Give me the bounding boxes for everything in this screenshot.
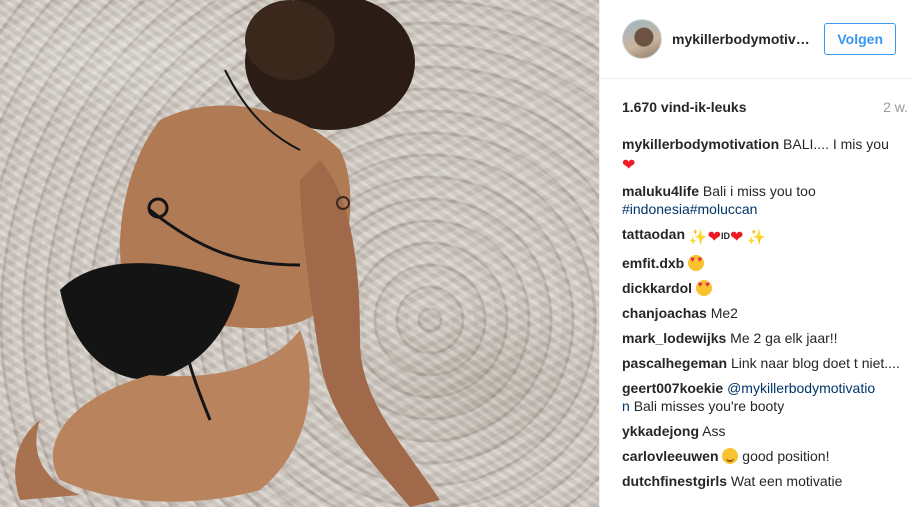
comment-user[interactable]: maluku4life [622,183,699,199]
comment-user[interactable]: carlovleeuwen [622,448,719,464]
post-sidebar: mykillerbodymotivat... Volgen 1.670 vind… [599,0,912,507]
comment-item: ykkadejong Ass [622,422,904,440]
comment-user[interactable]: dutchfinestgirls [622,473,727,489]
comment-item: dutchfinestgirls Wat een motivatie [622,472,904,490]
comment-user[interactable]: pascalhegeman [622,355,727,371]
sparkles-icon: ✨ [747,229,766,246]
comment-text: BALI.... I mis you [783,136,889,152]
hashtag-link[interactable]: #indonesia [622,201,690,217]
comment-item: dickkardol [622,279,904,297]
comment-user[interactable]: emfit.dxb [622,255,684,271]
comment-item: geert007koekie @mykillerbodymotivatio n … [622,379,904,415]
comment-text: Bali misses you're booty [633,398,785,414]
comment-list: mykillerbodymotivation BALI.... I mis yo… [600,135,912,497]
comment-user[interactable]: mark_lodewijks [622,330,726,346]
smiling-face-icon [722,448,739,464]
comment-item: mark_lodewijks Me 2 ga elk jaar!! [622,329,904,347]
comment-item: maluku4life Bali i miss you too #indones… [622,182,904,218]
post-meta: 1.670 vind-ik-leuks 2 w. [600,79,912,135]
comment-user[interactable]: dickkardol [622,280,692,296]
id-button-icon: ID [720,231,730,241]
heart-eyes-face-icon [688,255,705,271]
comment-user[interactable]: ykkadejong [622,423,699,439]
comment-text: Bali i miss you too [702,183,816,199]
avatar[interactable] [622,19,662,59]
comment-text: good position! [742,448,830,464]
comment-text: Wat een motivatie [730,473,843,489]
comment-text: Link naar blog doet t niet.... [730,355,900,371]
hashtag-link[interactable]: #moluccan [690,201,758,217]
comment-item: mykillerbodymotivation BALI.... I mis yo… [622,135,904,175]
comment-item: carlovleeuwen good position! [622,447,904,465]
post-view: mykillerbodymotivat... Volgen 1.670 vind… [0,0,912,507]
comment-user[interactable]: chanjoachas [622,305,707,321]
comment-user[interactable]: geert007koekie [622,380,723,396]
comment-item: chanjoachas Me2 [622,304,904,322]
mention-link-cont[interactable]: n [622,398,630,414]
beach-figure-image [15,0,440,507]
comment-item: emfit.dxb [622,254,904,272]
mention-link[interactable]: @mykillerbodymotivatio [727,380,875,396]
post-header: mykillerbodymotivat... Volgen [600,0,912,79]
comment-text: Me 2 ga elk jaar!! [730,330,838,346]
comment-item: tattaodan ✨❤ID❤ ✨ [622,225,904,247]
red-heart-icon: ❤ [729,229,744,246]
comment-text: Ass [702,423,726,439]
post-age[interactable]: 2 w. [883,99,908,115]
likes-count[interactable]: 1.670 vind-ik-leuks [622,99,747,115]
comment-user[interactable]: tattaodan [622,226,685,242]
heart-eyes-face-icon [695,280,712,296]
red-heart-icon: ❤ [707,229,721,246]
comment-user[interactable]: mykillerbodymotivation [622,136,779,152]
red-heart-icon: ❤ [622,157,636,174]
sparkles-icon: ✨ [688,229,708,246]
comment-item: pascalhegeman Link naar blog doet t niet… [622,354,904,372]
post-photo[interactable] [0,0,599,507]
comment-text: Me2 [710,305,738,321]
post-username[interactable]: mykillerbodymotivat... [672,31,812,47]
follow-button[interactable]: Volgen [824,23,896,55]
